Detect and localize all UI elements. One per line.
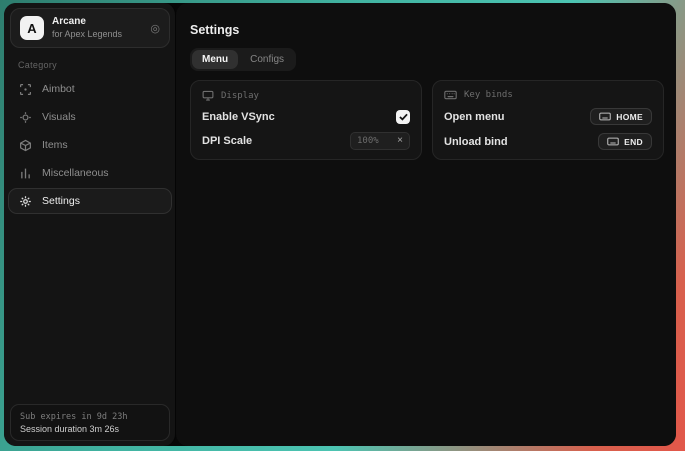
tab-bar: Menu Configs xyxy=(190,48,296,71)
sidebar-nav: Aimbot Visuals Items xyxy=(8,76,172,216)
sub-expiry-text: Sub expires in 9d 23h xyxy=(20,412,160,422)
sidebar-item-label: Items xyxy=(42,139,68,151)
open-menu-label: Open menu xyxy=(444,111,505,123)
app-name: Arcane xyxy=(52,16,142,29)
unload-bind-row: Unload bind END xyxy=(444,133,652,150)
dpi-scale-row: DPI Scale 100% × xyxy=(202,132,410,150)
keyboard-icon xyxy=(599,112,611,121)
display-card-header: Display xyxy=(202,90,410,101)
monitor-icon xyxy=(202,90,214,101)
app-window: A Arcane for Apex Legends ◎ Category Aim… xyxy=(4,3,676,446)
bars-icon xyxy=(19,167,32,180)
sidebar-item-miscellaneous[interactable]: Miscellaneous xyxy=(8,160,172,186)
unload-bind-key: END xyxy=(624,137,643,147)
display-card: Display Enable VSync DPI Scale 100% × xyxy=(190,80,422,160)
keybinds-card: Key binds Open menu HOME Unload bind xyxy=(432,80,664,160)
eye-icon xyxy=(19,111,32,124)
sidebar-item-settings[interactable]: Settings xyxy=(8,188,172,214)
tab-configs[interactable]: Configs xyxy=(240,50,294,69)
brand-text: Arcane for Apex Legends xyxy=(52,16,142,40)
brand-card: A Arcane for Apex Legends ◎ xyxy=(10,8,170,48)
sidebar-item-label: Visuals xyxy=(42,111,76,123)
keyboard-icon xyxy=(607,137,619,146)
keyboard-icon xyxy=(444,90,457,100)
dpi-scale-label: DPI Scale xyxy=(202,135,252,147)
unload-bind-button[interactable]: END xyxy=(598,133,652,150)
gear-icon xyxy=(19,195,32,208)
sidebar-item-items[interactable]: Items xyxy=(8,132,172,158)
sidebar-item-label: Miscellaneous xyxy=(42,167,109,179)
sidebar-item-label: Aimbot xyxy=(42,83,75,95)
box-icon xyxy=(19,139,32,152)
open-menu-row: Open menu HOME xyxy=(444,108,652,125)
clear-icon[interactable]: × xyxy=(397,136,403,146)
vsync-label: Enable VSync xyxy=(202,111,275,123)
keybinds-card-title: Key binds xyxy=(464,90,513,100)
category-label: Category xyxy=(18,60,57,70)
subscription-info: Sub expires in 9d 23h Session duration 3… xyxy=(10,404,170,441)
sidebar-item-visuals[interactable]: Visuals xyxy=(8,104,172,130)
settings-cards: Display Enable VSync DPI Scale 100% × xyxy=(190,80,664,160)
app-logo: A xyxy=(20,16,44,40)
sidebar-item-aimbot[interactable]: Aimbot xyxy=(8,76,172,102)
sidebar: A Arcane for Apex Legends ◎ Category Aim… xyxy=(4,3,176,446)
display-card-title: Display xyxy=(221,91,259,101)
unload-bind-label: Unload bind xyxy=(444,136,508,148)
page-title: Settings xyxy=(190,23,239,37)
dpi-scale-value: 100% xyxy=(357,136,379,146)
crosshair-icon xyxy=(19,83,32,96)
app-subtitle: for Apex Legends xyxy=(52,29,142,40)
tab-menu[interactable]: Menu xyxy=(192,50,238,69)
keybinds-card-header: Key binds xyxy=(444,90,652,100)
open-menu-key: HOME xyxy=(616,112,643,122)
sidebar-item-label: Settings xyxy=(42,195,80,207)
main-panel: Settings Menu Configs Display E xyxy=(176,3,676,446)
checkmark-icon xyxy=(399,113,408,121)
vsync-checkbox[interactable] xyxy=(396,110,410,124)
dpi-scale-input[interactable]: 100% × xyxy=(350,132,410,150)
open-menu-bind-button[interactable]: HOME xyxy=(590,108,652,125)
session-duration-text: Session duration 3m 26s xyxy=(20,424,160,434)
circle-badge-icon[interactable]: ◎ xyxy=(150,22,160,35)
vsync-row: Enable VSync xyxy=(202,110,410,124)
